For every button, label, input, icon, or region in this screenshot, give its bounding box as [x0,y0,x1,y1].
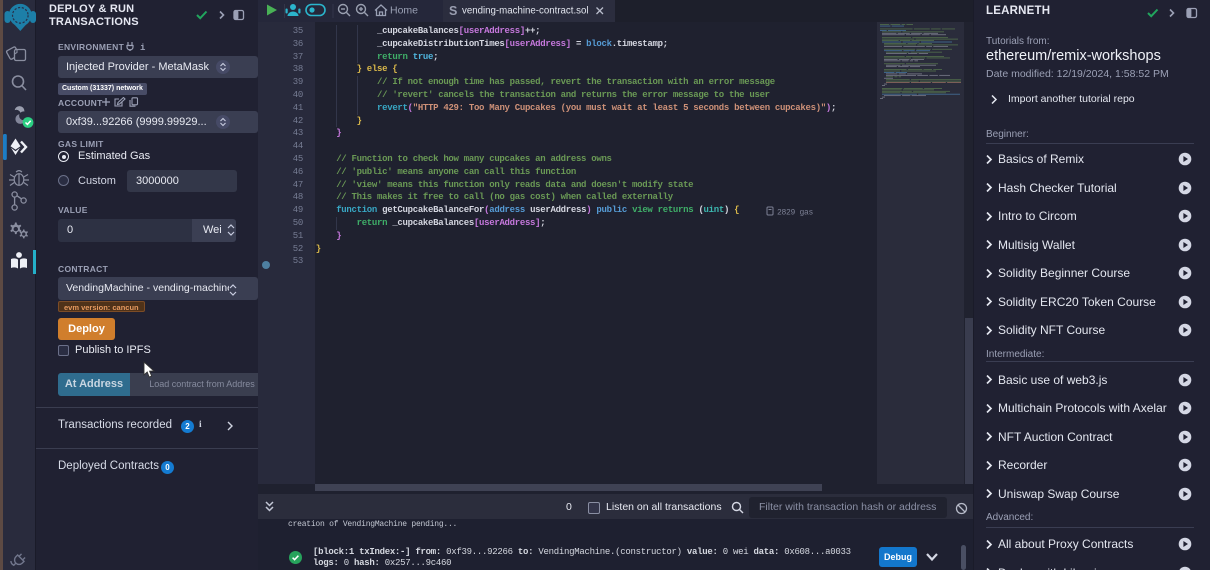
svg-text:Home: Home [390,5,418,17]
svg-text:S: S [449,4,457,18]
svg-text:vending-machine-contract.sol: vending-machine-contract.sol [462,6,589,17]
svg-text:2829 gas: 2829 gas [777,209,814,218]
svg-text:i: i [140,43,146,51]
